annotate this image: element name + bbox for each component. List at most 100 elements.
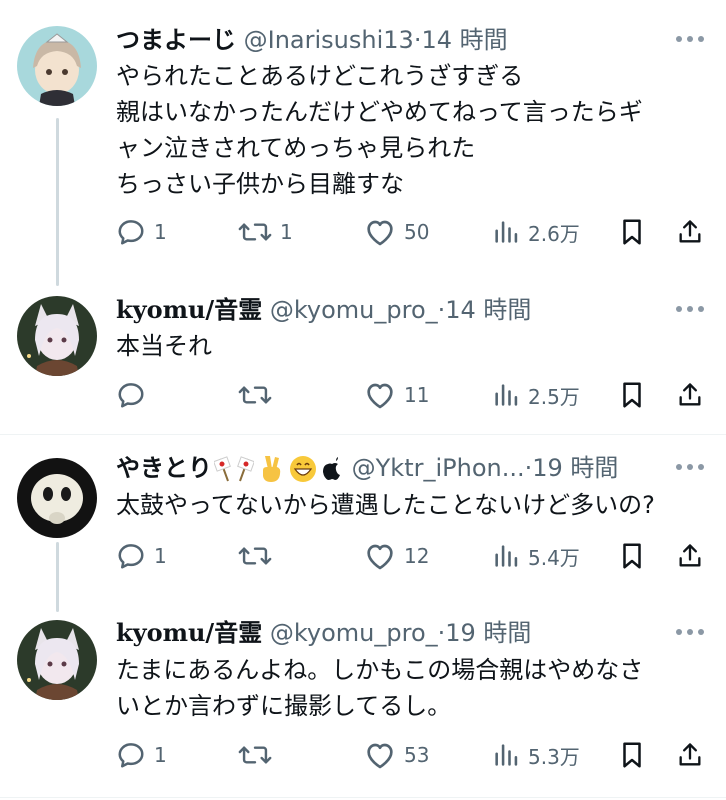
- display-name[interactable]: やきとり: [116, 454, 212, 482]
- tweet-text-line: 親はいなかったんだけどやめてねって言ったらギ: [116, 98, 643, 126]
- reply-count: 1: [154, 544, 167, 568]
- tweet[interactable]: kyomu/音霊 @kyomu_pro_·19 時間 たまにあるんよね。しかもこ…: [0, 604, 726, 797]
- tweet-text-line: やられたことあるけどこれうざすぎる: [116, 62, 524, 90]
- retweet-button[interactable]: [238, 538, 280, 574]
- share-button[interactable]: [676, 214, 704, 250]
- display-name[interactable]: kyomu/音霊: [116, 618, 262, 647]
- tweet-text: 本当それ: [116, 328, 712, 364]
- reply-icon: [118, 544, 144, 569]
- bookmark-icon: [623, 543, 641, 569]
- share-icon: [679, 544, 701, 567]
- like-count: 53: [404, 743, 430, 767]
- grinning-face-icon: [290, 456, 316, 482]
- like-count: 11: [404, 383, 430, 407]
- display-name[interactable]: kyomu/音霊: [116, 295, 262, 324]
- heart-icon: [367, 383, 393, 409]
- retweet-button[interactable]: [238, 737, 280, 773]
- timestamp[interactable]: 19 時間: [532, 454, 618, 482]
- bookmark-button[interactable]: [619, 538, 645, 574]
- views-chart-icon: [495, 545, 518, 567]
- view-count: 5.3万: [528, 744, 580, 769]
- views-button[interactable]: 2.6万: [492, 214, 580, 250]
- reply-icon: [118, 220, 144, 245]
- view-count: 2.5万: [528, 384, 580, 409]
- apple-logo-icon: [323, 457, 340, 480]
- more-options-icon[interactable]: [676, 629, 706, 637]
- retweet-icon: [238, 386, 272, 404]
- avatar[interactable]: [17, 458, 97, 538]
- tweet-text-line: 本当それ: [116, 332, 212, 360]
- more-options-icon[interactable]: [676, 36, 706, 44]
- like-button[interactable]: 11: [364, 377, 429, 413]
- more-options-icon[interactable]: [676, 464, 706, 472]
- victory-hand-icon: [263, 456, 281, 482]
- reply-button[interactable]: [116, 377, 154, 413]
- retweet-icon: [238, 746, 272, 764]
- share-icon: [679, 220, 701, 243]
- share-button[interactable]: [676, 377, 704, 413]
- retweet-icon: [238, 547, 272, 565]
- reply-button[interactable]: 1: [116, 214, 167, 250]
- views-button[interactable]: 2.5万: [492, 377, 580, 413]
- heart-icon: [367, 544, 393, 570]
- avatar[interactable]: [17, 26, 97, 106]
- reply-button[interactable]: 1: [116, 737, 167, 773]
- reply-count: 1: [154, 743, 167, 767]
- action-bar: 1 53 5.3万: [116, 737, 706, 773]
- display-name[interactable]: つまよーじ: [116, 26, 236, 54]
- more-options-icon[interactable]: [676, 306, 706, 314]
- avatar[interactable]: [17, 296, 97, 376]
- retweet-count: 1: [280, 220, 293, 244]
- retweet-button[interactable]: 1: [238, 214, 293, 250]
- share-icon: [679, 743, 701, 766]
- like-button[interactable]: 53: [364, 737, 429, 773]
- like-button[interactable]: 50: [364, 214, 429, 250]
- share-icon: [679, 383, 701, 406]
- bookmark-button[interactable]: [619, 214, 645, 250]
- user-handle[interactable]: @Inarisushi13: [244, 26, 414, 54]
- tweet-text-line: ャン泣きされてめっちゃ見られた: [116, 134, 476, 162]
- tweet-header: つまよーじ @Inarisushi13·14 時間: [116, 26, 508, 54]
- heart-icon: [367, 743, 393, 769]
- user-handle[interactable]: @Yktr_iPhon...: [352, 454, 525, 482]
- views-button[interactable]: 5.3万: [492, 737, 580, 773]
- user-handle[interactable]: @kyomu_pro_: [270, 296, 438, 324]
- tweet-text-line: たまにあるんよね。しかもこの場合親はやめなさ: [116, 656, 644, 684]
- flags-icon: [214, 456, 254, 482]
- retweet-button[interactable]: [238, 377, 280, 413]
- bookmark-button[interactable]: [619, 737, 645, 773]
- bookmark-icon: [623, 219, 641, 245]
- timestamp[interactable]: 14 時間: [445, 296, 531, 324]
- tweet-thread: つまよーじ @Inarisushi13·14 時間 やられたことあるけどこれうざ…: [0, 0, 726, 800]
- like-button[interactable]: 12: [364, 538, 429, 574]
- share-button[interactable]: [676, 737, 704, 773]
- timestamp[interactable]: 14 時間: [421, 26, 507, 54]
- timestamp[interactable]: 19 時間: [445, 619, 531, 647]
- avatar-image-icon: [17, 26, 97, 106]
- user-handle[interactable]: @kyomu_pro_: [270, 619, 438, 647]
- avatar-image-icon: [17, 296, 97, 376]
- bookmark-button[interactable]: [619, 377, 645, 413]
- reply-icon: [118, 383, 144, 408]
- avatar-image-icon: [17, 620, 97, 700]
- reply-button[interactable]: 1: [116, 538, 167, 574]
- tweet-header: kyomu/音霊 @kyomu_pro_·19 時間: [116, 618, 532, 647]
- reply-count: 1: [154, 220, 167, 244]
- bookmark-icon: [623, 382, 641, 408]
- action-bar: 1 1 50 2.6万: [116, 214, 706, 250]
- action-bar: 1 12 5.4万: [116, 538, 706, 574]
- like-count: 12: [404, 544, 430, 568]
- tweet-text-line: いとか言わずに撮影してるし。: [116, 692, 452, 720]
- tweet[interactable]: つまよーじ @Inarisushi13·14 時間 やられたことあるけどこれうざ…: [0, 0, 726, 280]
- tweet[interactable]: やきとり @Yktr_iPhon...·19 時間 太鼓やってないから遭遇したこ…: [0, 434, 726, 610]
- bookmark-icon: [623, 742, 641, 768]
- views-chart-icon: [495, 384, 518, 406]
- share-button[interactable]: [676, 538, 704, 574]
- views-chart-icon: [495, 744, 518, 766]
- retweet-icon: [238, 223, 272, 241]
- tweet-text: やられたことあるけどこれうざすぎる 親はいなかったんだけどやめてねって言ったらギ…: [116, 58, 712, 202]
- views-button[interactable]: 5.4万: [492, 538, 580, 574]
- avatar[interactable]: [17, 620, 97, 700]
- like-count: 50: [404, 220, 430, 244]
- tweet[interactable]: kyomu/音霊 @kyomu_pro_·14 時間 本当それ 11 2.5万: [0, 280, 726, 434]
